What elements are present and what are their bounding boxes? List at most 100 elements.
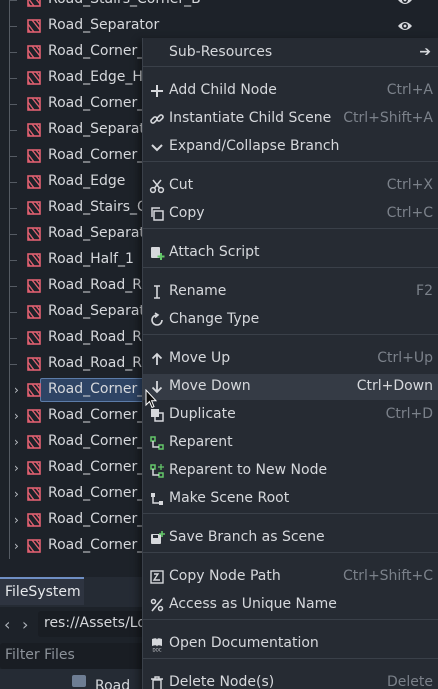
menu-item-move-up[interactable]: Move Up Ctrl+Up [143,346,438,372]
copy-icon [149,206,165,222]
filter-files-input[interactable]: Filter Files [0,643,150,669]
menu-item-add-child-node[interactable]: Add Child Node Ctrl+A [143,78,438,104]
menu-item-make-scene-root[interactable]: Make Scene Root [143,486,438,512]
menu-item-label: Reparent to New Node [169,462,328,478]
link-icon [149,111,165,127]
menu-separator [143,228,438,229]
visibility-eye-icon[interactable] [397,0,413,7]
expand-arrow-icon[interactable]: › [14,382,24,398]
tree-branch-line [9,0,17,1]
forward-arrow-icon[interactable]: › [22,615,28,634]
filesystem-item-label[interactable]: Road [95,678,130,689]
expand-arrow-icon[interactable]: › [14,538,24,554]
menu-separator [143,66,438,67]
tree-row[interactable]: Road_Stairs_Corner_B [0,0,438,13]
menu-item-copy-node-path[interactable]: Copy Node Path Ctrl+Shift+C [143,564,438,590]
tree-node-label: Road_Edge [48,173,126,189]
menu-item-label: Attach Script [169,244,260,260]
tree-row[interactable]: Road_Separator [0,13,438,39]
tree-branch-line [9,286,17,287]
expand-arrow-icon[interactable]: › [14,408,24,424]
menu-item-open-documentation[interactable]: DOC Open Documentation [143,631,438,657]
node-3d-icon [26,486,42,502]
node-3d-icon [26,200,42,216]
tree-branch-line [9,78,17,79]
menu-item-access-as-unique-name[interactable]: Access as Unique Name [143,592,438,618]
menu-item-expand-collapse-branch[interactable]: Expand/Collapse Branch [143,134,438,160]
menu-item-sub-resources[interactable]: Sub-Resources ➔ [143,40,438,66]
tab-filesystem[interactable]: FileSystem [0,577,84,605]
menu-item-shortcut: F2 [416,283,433,299]
path-input[interactable]: res://Assets/Lo [38,611,158,637]
menu-item-duplicate[interactable]: Duplicate Ctrl+D [143,402,438,428]
path-value: res://Assets/Lo [44,615,146,631]
menu-item-label: Copy Node Path [169,568,281,584]
node-3d-icon [26,434,42,450]
menu-item-label: Change Type [169,311,260,327]
doc-icon: DOC [149,636,165,653]
menu-item-label: Cut [169,177,194,193]
tree-branch-line [9,208,17,209]
menu-item-rename[interactable]: Rename F2 [143,279,438,305]
expand-arrow-icon[interactable]: › [14,460,24,476]
expand-arrow-icon[interactable]: › [14,512,24,528]
visibility-eye-icon[interactable] [397,19,413,33]
menu-item-label: Make Scene Root [169,490,290,506]
menu-item-reparent[interactable]: Reparent [143,430,438,456]
rotate-icon [149,312,165,328]
menu-item-shortcut: Ctrl+Up [377,350,433,366]
menu-item-delete-node-s[interactable]: Delete Node(s) Delete [143,670,438,689]
menu-separator [143,513,438,514]
node-3d-icon [26,330,42,346]
menu-separator [143,658,438,659]
node-3d-icon [26,44,42,60]
menu-item-label: Reparent [169,434,233,450]
menu-item-label: Sub-Resources [169,44,273,60]
expand-arrow-icon[interactable]: › [14,486,24,502]
menu-item-label: Duplicate [169,406,236,422]
node-3d-icon [26,174,42,190]
menu-item-change-type[interactable]: Change Type [143,307,438,333]
menu-item-instantiate-child-scene[interactable]: Instantiate Child Scene Ctrl+Shift+A [143,106,438,132]
expand-arrow-icon[interactable]: › [14,434,24,450]
node-3d-icon [26,70,42,86]
tree-node-label: Road_Corner_ [48,537,145,553]
save-branch-icon [149,530,165,546]
tree-guide-line [9,507,10,533]
node-3d-icon [26,122,42,138]
filesystem-tab-label: FileSystem [5,584,81,600]
context-menu: Sub-Resources ➔ Add Child Node Ctrl+A Insta… [142,38,438,689]
node-3d-icon [26,408,42,424]
percent-icon [149,597,165,613]
menu-item-attach-script[interactable]: Attach Script [143,240,438,266]
back-arrow-icon[interactable]: ‹ [4,615,10,634]
menu-item-reparent-to-new-node[interactable]: Reparent to New Node [143,458,438,484]
menu-item-move-down[interactable]: Move Down Ctrl+Down [143,374,438,400]
tree-guide-line [9,429,10,455]
tree-node-label: Road_Edge_Ha [48,69,152,85]
tree-node-label: Road_Stairs_Corner_B [48,0,201,7]
scissors-icon [149,178,165,194]
node-3d-icon [26,512,42,528]
tree-branch-line [9,52,17,53]
tree-node-label: Road_Corner_ [48,459,145,475]
menu-item-label: Open Documentation [169,635,319,651]
node-3d-icon [26,18,42,34]
node-path-icon [149,569,165,585]
menu-item-cut[interactable]: Cut Ctrl+X [143,173,438,199]
tree-node-label: Road_Separato [48,121,154,137]
svg-text:DOC: DOC [152,648,161,653]
node-3d-icon [26,538,42,554]
duplicate-icon [149,407,165,423]
menu-item-save-branch-as-scene[interactable]: Save Branch as Scene [143,525,438,551]
menu-item-copy[interactable]: Copy Ctrl+C [143,201,438,227]
tree-node-label: Road_Half_1 [48,251,134,267]
tree-branch-line [9,234,17,235]
filter-placeholder: Filter Files [5,647,75,663]
tree-guide-line [9,533,10,559]
menu-item-label: Add Child Node [169,82,277,98]
menu-item-shortcut: Ctrl+X [386,177,433,193]
reparent-icon [149,435,165,451]
tree-guide-line [9,377,10,403]
menu-item-label: Move Down [169,378,251,394]
